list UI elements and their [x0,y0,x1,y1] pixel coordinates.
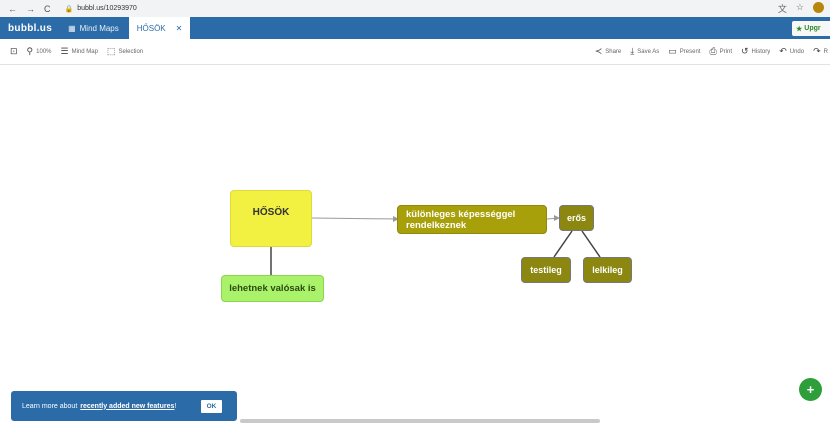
node-eros[interactable]: erős [559,205,594,231]
new-features-link[interactable]: recently added new features [80,403,174,410]
feature-toast: Learn more about recently added new feat… [11,391,237,421]
toast-text: Learn more about [22,402,78,410]
toast-suffix: ! [174,402,177,410]
node-testileg[interactable]: testileg [521,257,571,283]
plus-icon: + [806,382,815,397]
link-eros-testileg [553,230,573,258]
node-lelkileg[interactable]: lelkileg [583,257,632,283]
link-eros-lelkileg [581,230,601,258]
add-node-button[interactable]: + [799,378,822,401]
horizontal-scrollbar[interactable] [240,419,600,423]
node-root[interactable]: HŐSÖK [230,190,312,247]
link-root-special [311,217,398,220]
node-special-abilities[interactable]: különleges képességgel rendelkeznek [397,205,547,234]
node-valos[interactable]: lehetnek valósak is [221,275,324,302]
ok-button[interactable]: OK [201,400,222,413]
